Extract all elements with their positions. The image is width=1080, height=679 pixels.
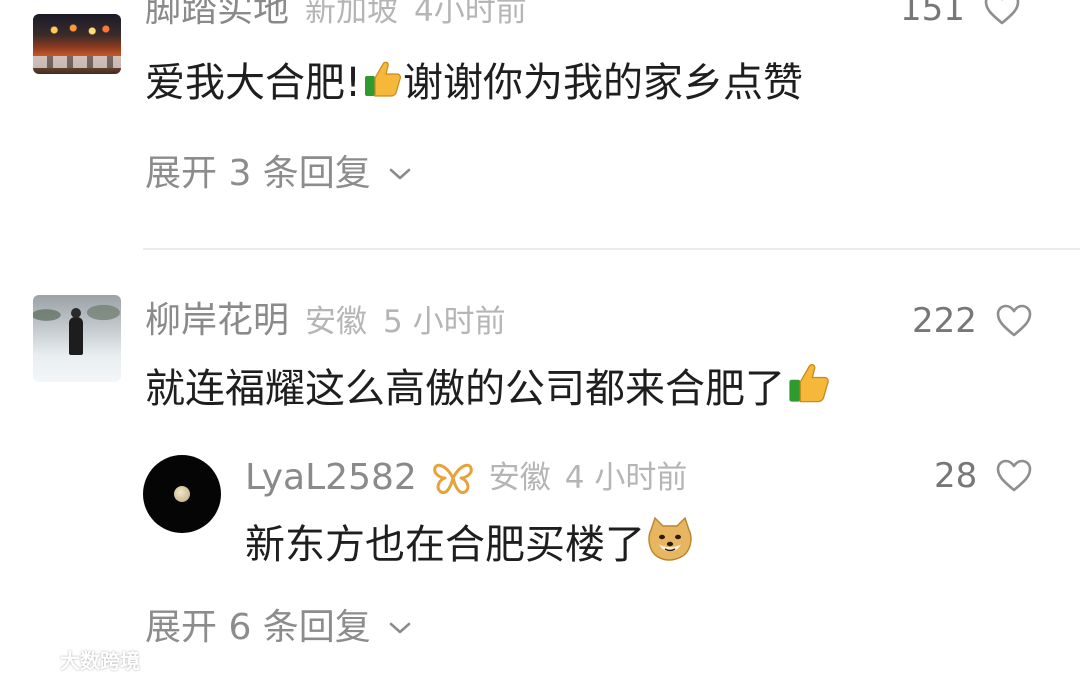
avatar-image-lights [39, 20, 115, 40]
avatar[interactable] [33, 14, 121, 74]
location: 安徽 [488, 459, 551, 496]
thumbs-up-icon [789, 364, 829, 403]
expand-replies-button[interactable]: 展开 3 条回复 [145, 156, 411, 192]
thumbs-up-icon [365, 61, 402, 97]
expand-replies-label: 展开 6 条回复 [145, 607, 371, 648]
username[interactable]: LyaL2582 [245, 460, 417, 496]
watermark-text: 大数跨境 [60, 649, 140, 673]
reply-text-before-emoji: 新东方也在合肥买楼了 [245, 522, 645, 568]
avatar[interactable] [143, 455, 221, 533]
reply-header: LyaL2582 安徽 4 小时前 [245, 460, 687, 496]
timestamp: 4小时前 [414, 0, 527, 29]
like-control[interactable]: 222 [912, 304, 1033, 338]
comment-text-before-emoji: 爱我大合肥! [145, 60, 362, 106]
comment-text-before-emoji: 就连福耀这么高傲的公司都来合肥了 [145, 366, 785, 412]
heart-icon[interactable] [995, 459, 1033, 493]
comment-text-after-emoji: 谢谢你为我的家乡点赞 [403, 60, 804, 106]
like-count: 28 [934, 456, 978, 496]
like-control[interactable]: 28 [934, 459, 1033, 493]
timestamp: 5 小时前 [383, 304, 506, 340]
username[interactable]: 柳岸花明 [145, 303, 289, 339]
heart-icon[interactable] [983, 0, 1021, 26]
heart-icon[interactable] [995, 304, 1033, 338]
location: 安徽 [305, 304, 368, 340]
timestamp: 4 小时前 [564, 459, 688, 496]
avatar[interactable] [33, 295, 121, 382]
butterfly-badge-icon [433, 463, 473, 495]
comment-divider [143, 248, 1080, 250]
like-control[interactable]: 151 [900, 0, 1021, 26]
watermark: 大数跨境 [8, 645, 140, 674]
expand-replies-button[interactable]: 展开 6 条回复 [145, 610, 411, 646]
like-count: 222 [912, 301, 977, 341]
reply-text: 新东方也在合肥买楼了 [245, 516, 695, 565]
comment-text: 爱我大合肥! 谢谢你为我的家乡点赞 [145, 58, 803, 103]
chevron-down-icon [389, 168, 411, 180]
weibo-logo-icon [8, 650, 54, 672]
username[interactable]: 脚踏实地 [145, 0, 289, 28]
avatar-image-person [69, 308, 83, 355]
avatar-image-moon [174, 486, 190, 502]
comment-text: 就连福耀这么高傲的公司都来合肥了 [145, 360, 831, 409]
like-count: 151 [900, 0, 965, 29]
avatar-image-cars [33, 56, 121, 68]
comment-header: 脚踏实地 新加坡 4小时前 [145, 0, 527, 28]
doge-face-icon [648, 516, 692, 561]
chevron-down-icon [389, 622, 411, 634]
location: 新加坡 [305, 0, 399, 29]
comment-header: 柳岸花明 安徽 5 小时前 [145, 303, 506, 339]
expand-replies-label: 展开 3 条回复 [145, 153, 371, 194]
